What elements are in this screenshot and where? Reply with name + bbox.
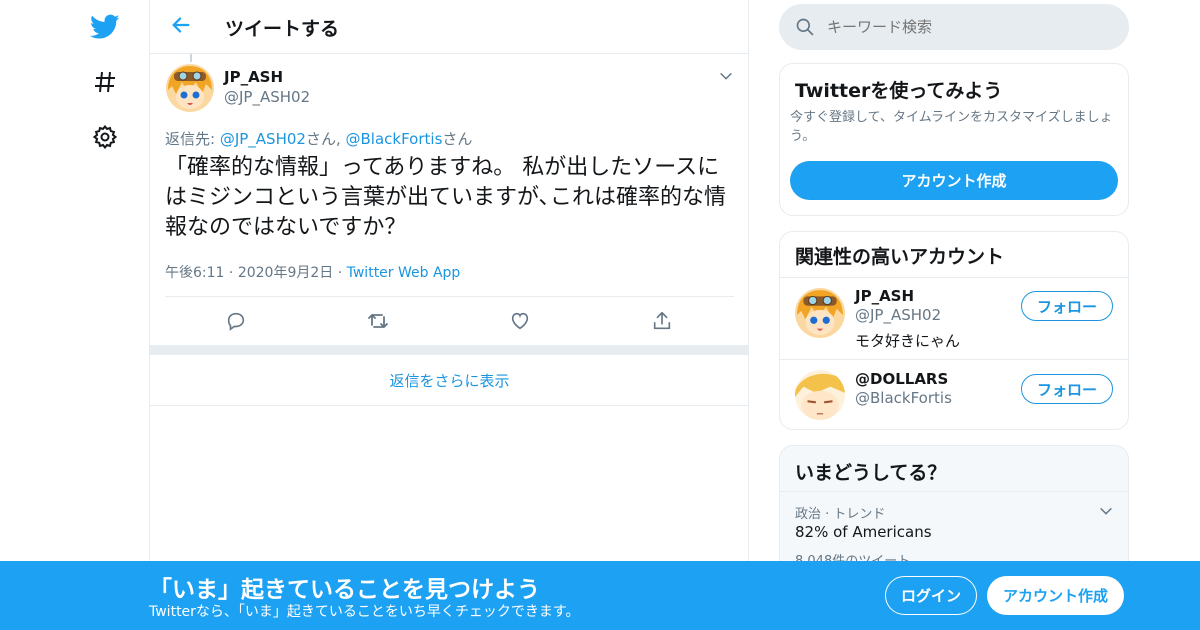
account-name[interactable]: JP_ASH [855,287,914,305]
author-name[interactable]: JP_ASH [224,68,283,86]
reply-mention-2[interactable]: @BlackFortis [346,130,443,148]
avatar[interactable] [795,288,845,338]
banner-signup-button[interactable]: アカウント作成 [987,576,1124,615]
related-card-title: 関連性の高いアカウント [795,246,1005,268]
like-icon[interactable] [508,309,532,333]
account-handle[interactable]: @BlackFortis [855,389,952,407]
follow-button[interactable]: フォロー [1021,374,1113,404]
tweet-time[interactable]: 午後6:11 [165,265,224,281]
thread-line [190,54,192,62]
reply-context: 返信先: @JP_ASH02さん, @BlackFortisさん [165,128,472,149]
chevron-down-icon[interactable] [718,68,736,86]
avatar[interactable] [166,64,214,112]
account-handle[interactable]: @JP_ASH02 [855,306,941,324]
tweet-date[interactable]: 2020年9月2日 [238,265,333,281]
trends-card-title: いまどうしてる？ [795,462,947,484]
divider [780,491,1128,492]
reply-suffix-1: さん, [305,130,346,148]
reply-icon[interactable] [224,309,248,333]
page-title: ツイートする [225,18,340,40]
tweet-source[interactable]: Twitter Web App [347,265,461,281]
signup-card-desc: 今すぐ登録して、タイムラインをカスタマイズしましょう。 [790,110,1113,144]
reply-prefix: 返信先: [165,130,220,148]
tweet-text: 「確率的な情報」ってありますね。 私が出したソースにはミジンコという言葉が出てい… [165,155,727,240]
tweet-meta: 午後6:11 · 2020年9月2日 · Twitter Web App [165,262,460,282]
page-header: ツイートする [150,0,749,54]
follow-button[interactable]: フォロー [1021,291,1113,321]
retweet-icon[interactable] [366,309,390,333]
chevron-down-icon[interactable] [1098,503,1114,523]
signup-card-title: Twitterを使ってみよう [795,80,1003,102]
search-icon [795,17,815,41]
create-account-button[interactable]: アカウント作成 [790,161,1118,200]
author-handle[interactable]: @JP_ASH02 [224,88,310,106]
section-separator [150,345,749,355]
reply-suffix-2: さん [442,130,473,148]
related-accounts-card: 関連性の高いアカウント JP_ASH @JP_ASH02 モタ好きにゃん フォロ… [779,231,1129,430]
back-arrow-icon[interactable] [170,14,194,38]
show-more-replies-link[interactable]: 返信をさらに表示 [150,370,749,391]
signup-banner: 「いま」起きていることを見つけよう Twitterなら、「いま」起きていることを… [0,561,1200,630]
main-column: ツイートする JP_ASH @JP_ASH02 返信先: @JP_ASH02さん… [149,0,749,630]
avatar[interactable] [795,370,845,420]
divider [150,405,749,406]
trends-card: いまどうしてる？ 政治 · トレンド 82% of Americans 8,04… [779,445,1129,575]
account-bio: モタ好きにゃん [855,332,961,350]
gear-icon[interactable] [88,120,122,154]
search-input[interactable] [827,16,1107,38]
divider [780,359,1128,360]
search-bar[interactable] [779,4,1129,50]
account-name[interactable]: @DOLLARS [855,370,948,388]
divider [780,277,1128,278]
divider [165,296,734,297]
banner-subtext: Twitterなら、「いま」起きていることをいち早くチェックできます。 [149,604,580,620]
meta-separator: · [228,265,234,281]
hashtag-icon[interactable] [88,65,122,99]
login-button[interactable]: ログイン [885,576,977,615]
banner-headline: 「いま」起きていることを見つけよう [149,577,540,603]
twitter-bird-icon[interactable] [88,10,122,44]
trend-context: 政治 · トレンド [795,507,886,522]
meta-separator: · [337,265,343,281]
reply-mention-1[interactable]: @JP_ASH02 [220,130,306,148]
share-icon[interactable] [650,309,674,333]
trend-name[interactable]: 82% of Americans [795,523,932,541]
signup-card: Twitterを使ってみよう 今すぐ登録して、タイムラインをカスタマイズしましょ… [779,63,1129,216]
